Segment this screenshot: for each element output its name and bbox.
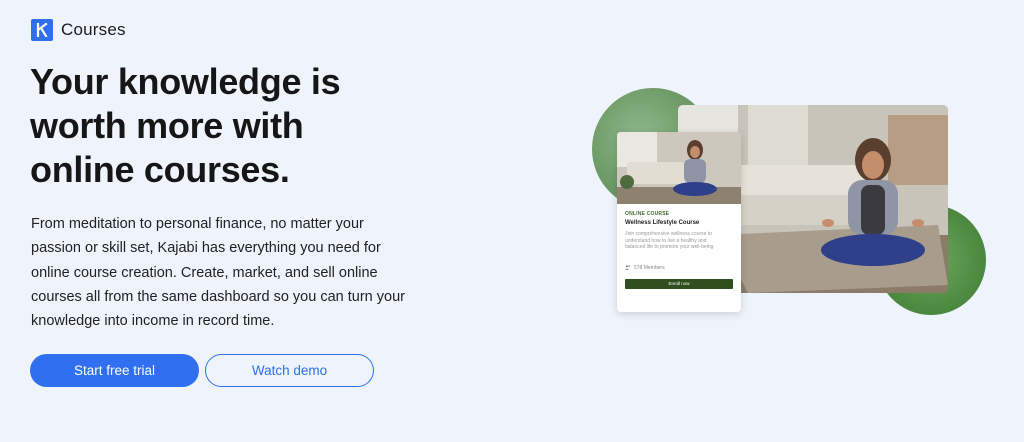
hero-headline: Your knowledge is worth more with online…	[30, 60, 390, 192]
course-card-kicker: ONLINE COURSE	[625, 211, 670, 217]
hero-description: From meditation to personal finance, no …	[31, 212, 405, 333]
headline-line: Your knowledge is	[30, 61, 341, 102]
course-card-description: Join comprehensive wellness course to un…	[625, 231, 714, 250]
watch-demo-button[interactable]: Watch demo	[205, 354, 374, 387]
course-card-image	[617, 132, 741, 204]
enroll-now-button[interactable]: Enroll now	[625, 278, 733, 289]
members-count: 578 Members	[634, 265, 665, 271]
description-line: From meditation to personal finance, no …	[31, 216, 364, 232]
description-line: passion or skill set, Kajabi has everyth…	[31, 240, 381, 257]
description-line: knowledge into income in record time.	[31, 313, 275, 330]
course-card-title: Wellness Lifestyle Course	[625, 220, 700, 226]
description-line: courses all from the same dashboard so y…	[31, 288, 405, 305]
course-card[interactable]: ONLINE COURSE Wellness Lifestyle Course …	[617, 132, 741, 312]
headline-line: worth more with	[30, 105, 304, 146]
start-free-trial-button[interactable]: Start free trial	[30, 354, 199, 387]
headline-line: online courses.	[30, 149, 290, 190]
course-card-members: 578 Members	[625, 264, 733, 272]
members-icon	[625, 264, 631, 272]
description-line: online course creation. Create, market, …	[31, 264, 378, 281]
brand[interactable]: Courses	[31, 19, 126, 41]
hero-illustration: ONLINE COURSE Wellness Lifestyle Course …	[590, 84, 1000, 324]
brand-name: Courses	[61, 20, 126, 39]
kajabi-k-icon	[31, 19, 53, 41]
